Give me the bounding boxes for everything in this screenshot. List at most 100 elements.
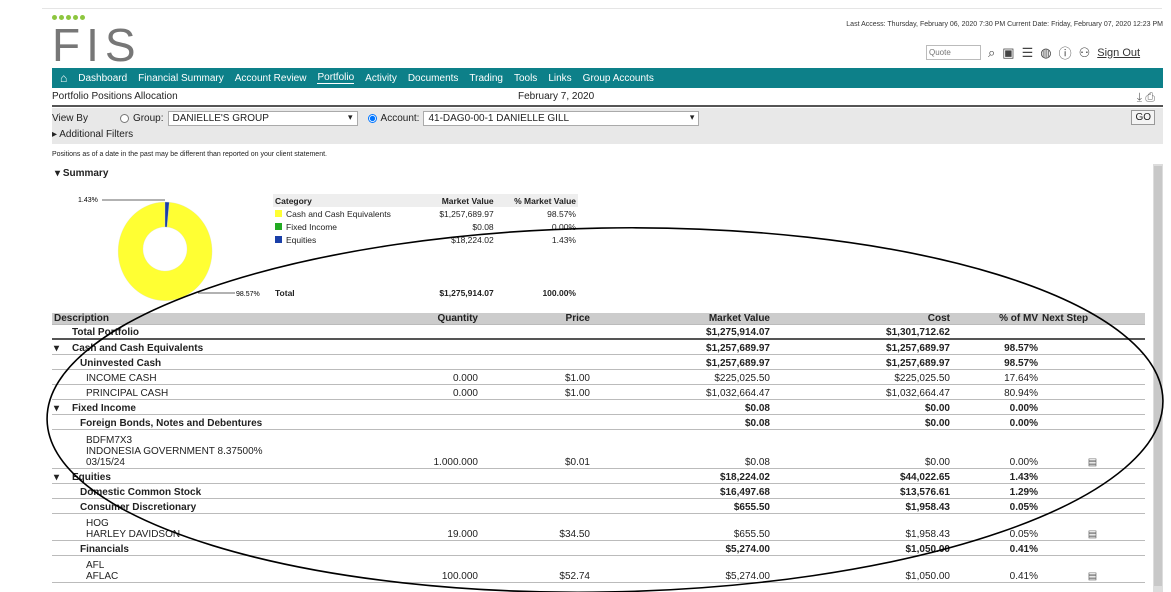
positions-table: Description Quantity Price Market Value Cost… — [52, 313, 1145, 583]
go-button[interactable]: GO — [1131, 110, 1155, 125]
table-row: ▾ Cash and Cash Equivalents $1,257,689.97 $… — [52, 339, 1145, 355]
row-description: HARLEY DAVIDSON — [86, 528, 181, 540]
nav-portfolio[interactable]: Portfolio — [317, 72, 355, 84]
cell-qty: 1.000.000 — [400, 429, 480, 469]
table-row: PRINCIPAL CASH 0.000 $1.00 $1,032,664.47 $1,… — [52, 384, 1145, 400]
cell-price — [480, 498, 592, 514]
cell-mv: $1,257,689.97 — [592, 354, 772, 370]
globe-icon[interactable]: ◍ — [1040, 45, 1051, 61]
page-title: Portfolio Positions Allocation — [52, 91, 178, 102]
nav-dashboard[interactable]: Dashboard — [78, 73, 127, 84]
quote-input[interactable] — [926, 45, 981, 60]
account-select[interactable]: 41-DAG0-00-1 DANIELLE GILL — [423, 111, 700, 126]
collapse-toggle[interactable]: ▾ — [54, 343, 72, 354]
cell-cost: $0.00 — [772, 414, 952, 430]
cell-pct: 0.05% — [952, 513, 1040, 541]
total-pct: 100.00% — [542, 287, 576, 298]
cell-mv: $1,257,689.97 — [592, 339, 772, 355]
nav-group-accounts[interactable]: Group Accounts — [583, 73, 654, 84]
cell-mv: $5,274.00 — [592, 540, 772, 556]
next-step-icon[interactable]: ▤ — [1088, 457, 1097, 468]
nav-tools[interactable]: Tools — [514, 73, 537, 84]
col-description: Description — [52, 313, 400, 325]
fis-logo[interactable]: FIS — [52, 12, 142, 68]
account-label: Account: — [380, 113, 420, 124]
next-step-icon[interactable]: ▤ — [1088, 529, 1097, 540]
next-step-icon[interactable]: ▤ — [1088, 571, 1097, 582]
nav-account-review[interactable]: Account Review — [235, 73, 307, 84]
col-market-value: Market Value — [592, 313, 772, 325]
cell-cost: $1,257,689.97 — [772, 354, 952, 370]
sign-out-link[interactable]: Sign Out — [1097, 47, 1140, 59]
col-cost: Cost — [772, 313, 952, 325]
cell-mv: $0.08 — [592, 399, 772, 415]
donut-chart: 1.43% 98.57% — [78, 197, 260, 301]
cell-qty — [400, 540, 480, 556]
security-symbol[interactable]: HOG — [86, 518, 398, 529]
cell-price: $34.50 — [480, 513, 592, 541]
cell-price — [480, 468, 592, 484]
menu-icon[interactable]: ☰ — [1022, 45, 1034, 61]
collapse-toggle[interactable]: ▾ — [54, 403, 72, 414]
nav-documents[interactable]: Documents — [408, 73, 459, 84]
group-select[interactable]: DANIELLE'S GROUP — [167, 111, 358, 126]
table-row: Financials $5,274.00 $1,050.00 0.41% — [52, 540, 1145, 556]
cell-qty — [400, 339, 480, 355]
cell-mv: $1,032,664.47 — [592, 384, 772, 400]
cell-cost: $1,257,689.97 — [772, 339, 952, 355]
allocation-chart: 1.43% 98.57% — [60, 192, 270, 305]
row-description: Equities — [72, 471, 111, 483]
col-next-step: Next Step — [1040, 313, 1145, 325]
collapse-toggle[interactable]: ▾ — [54, 472, 72, 483]
scrollbar-thumb[interactable] — [1154, 166, 1162, 586]
additional-filters-label: Additional Filters — [59, 129, 134, 140]
view-by-label: View By — [52, 113, 88, 124]
cell-mv: $16,497.68 — [592, 483, 772, 499]
row-description: Total Portfolio — [72, 327, 140, 338]
home-icon[interactable]: ⌂ — [60, 71, 67, 85]
table-row: Uninvested Cash $1,257,689.97 $1,257,689.9… — [52, 354, 1145, 370]
search-icon[interactable]: ⌕ — [988, 45, 995, 61]
row-description: Cash and Cash Equivalents — [72, 342, 204, 354]
print-icon[interactable]: ⎙ — [1145, 90, 1155, 104]
cell-qty — [400, 354, 480, 370]
nav-links[interactable]: Links — [548, 73, 571, 84]
group-radio[interactable] — [119, 112, 129, 125]
cell-price — [480, 483, 592, 499]
cell-pct: 0.00% — [952, 414, 1040, 430]
market-value: $0.08 — [472, 221, 494, 232]
cell-cost: $1,301,712.62 — [772, 324, 952, 340]
cell-price — [480, 540, 592, 556]
scrollbar[interactable] — [1153, 164, 1163, 592]
cell-pct: 1.29% — [952, 483, 1040, 499]
additional-filters-toggle[interactable]: ▸ Additional Filters — [52, 129, 133, 140]
nav-activity[interactable]: Activity — [365, 73, 397, 84]
nav-trading[interactable]: Trading — [469, 73, 503, 84]
row-description: Fixed Income — [72, 402, 136, 414]
user-icon[interactable]: ⚇ — [1079, 45, 1091, 61]
chart-icon[interactable]: ▣ — [1002, 45, 1014, 61]
cell-mv: $1,275,914.07 — [592, 324, 772, 340]
cell-pct: 0.41% — [952, 555, 1040, 583]
help-icon[interactable]: ⓘ — [1059, 43, 1072, 62]
nav-financial-summary[interactable]: Financial Summary — [138, 73, 224, 84]
header-tools: ⌕ ▣ ☰ ◍ ⓘ ⚇ Sign Out — [926, 43, 1140, 62]
download-icon[interactable]: ⤓ — [1137, 90, 1142, 104]
table-row: HOG HARLEY DAVIDSON 19.000 $34.50 $655.50 $1,… — [52, 513, 1145, 541]
cell-price — [480, 354, 592, 370]
summary-toggle[interactable]: ▾ Summary — [55, 168, 108, 179]
pct-market-value: 0.00% — [551, 221, 576, 232]
col-pct-market-value: % Market Value — [495, 194, 578, 207]
row-description: Foreign Bonds, Notes and Debentures — [80, 417, 263, 429]
group-label: Group: — [132, 113, 164, 124]
cell-pct: 0.41% — [952, 540, 1040, 556]
account-radio[interactable] — [367, 112, 377, 125]
cell-cost: $0.00 — [772, 399, 952, 415]
col-category: Category — [273, 194, 423, 207]
cell-qty — [400, 414, 480, 430]
cell-price: $1.00 — [480, 384, 592, 400]
security-symbol[interactable]: AFL — [86, 560, 398, 571]
main-nav: ⌂ Dashboard Financial Summary Account Revi… — [52, 68, 1163, 88]
label-large: 98.57% — [236, 291, 260, 298]
col-market-value: Market Value — [422, 194, 496, 207]
